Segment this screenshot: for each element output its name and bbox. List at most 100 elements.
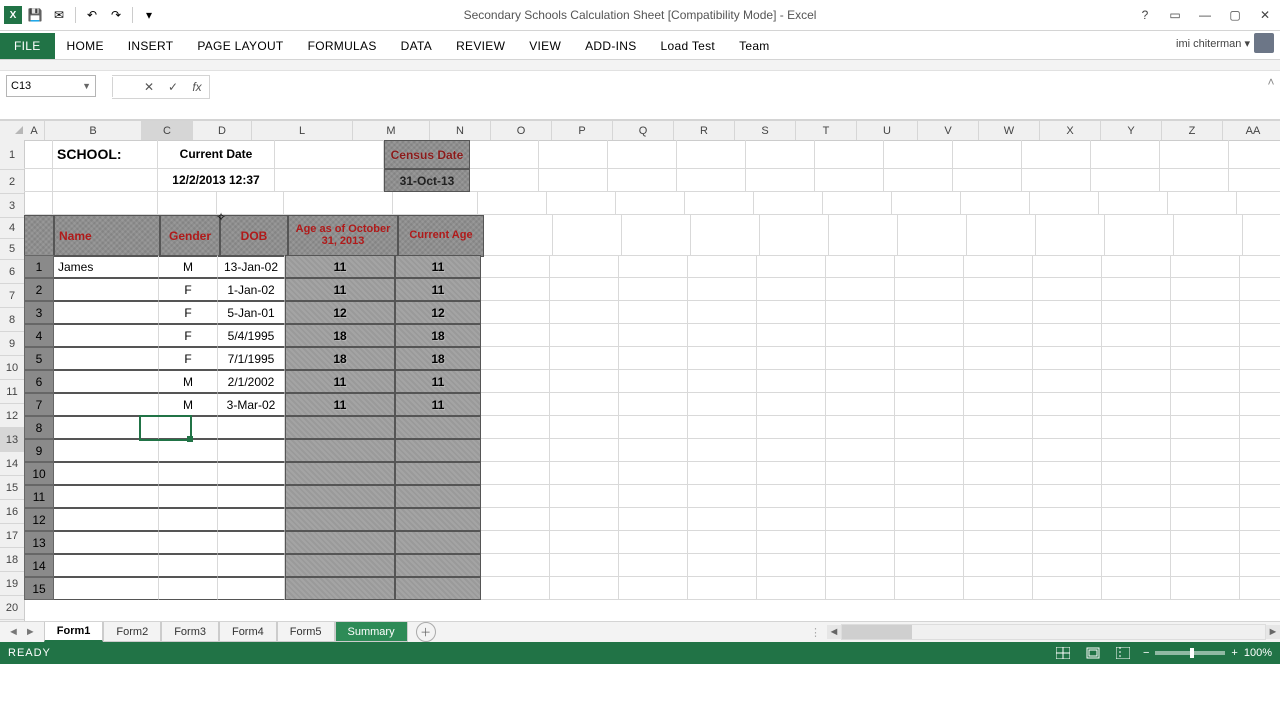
col-header-AA[interactable]: AA (1223, 121, 1280, 140)
cell[interactable] (481, 278, 550, 301)
cell-age-as-of[interactable] (285, 462, 395, 485)
cell-current-age[interactable] (395, 439, 481, 462)
cell[interactable] (1171, 347, 1240, 370)
cell[interactable] (757, 255, 826, 278)
cell[interactable] (1237, 192, 1280, 215)
cell[interactable] (757, 531, 826, 554)
cell-gender[interactable]: F (159, 347, 218, 370)
cell[interactable] (826, 324, 895, 347)
cell[interactable] (895, 416, 964, 439)
cell[interactable] (1102, 554, 1171, 577)
cell[interactable] (967, 215, 1036, 256)
ribbon-options-button[interactable]: ▭ (1160, 3, 1190, 27)
cell[interactable] (1033, 508, 1102, 531)
cell[interactable] (1102, 462, 1171, 485)
cell[interactable] (895, 554, 964, 577)
cell[interactable] (1102, 301, 1171, 324)
cell-name[interactable] (54, 347, 159, 370)
cell-dob[interactable] (218, 439, 285, 462)
cell[interactable] (1033, 462, 1102, 485)
tab-load-test[interactable]: Load Test (649, 33, 728, 59)
cell[interactable] (760, 215, 829, 256)
cell[interactable] (964, 278, 1033, 301)
cell-current-age[interactable]: 11 (395, 370, 481, 393)
row-index[interactable]: 10 (24, 462, 54, 485)
cell[interactable] (826, 255, 895, 278)
cell-name[interactable] (54, 462, 159, 485)
cell[interactable] (1240, 439, 1280, 462)
row-header-6[interactable]: 6 (0, 260, 24, 284)
add-sheet-button[interactable]: ＋ (416, 622, 436, 642)
cell-age-as-of[interactable] (285, 577, 395, 600)
cell[interactable] (757, 416, 826, 439)
cell[interactable] (553, 215, 622, 256)
header-name[interactable]: Name (54, 215, 160, 257)
cell[interactable] (964, 393, 1033, 416)
cell[interactable] (1240, 416, 1280, 439)
cell[interactable] (757, 370, 826, 393)
cell[interactable] (895, 462, 964, 485)
cell[interactable] (478, 192, 547, 215)
mail-button[interactable]: ✉ (48, 4, 70, 26)
row-header-5[interactable]: 5 (0, 239, 24, 260)
cell[interactable] (1171, 439, 1240, 462)
cell-name[interactable] (54, 301, 159, 324)
col-header-N[interactable]: N (430, 121, 491, 140)
cell[interactable] (746, 169, 815, 192)
cell[interactable] (1240, 278, 1280, 301)
cell[interactable] (688, 301, 757, 324)
cell[interactable] (688, 531, 757, 554)
cell[interactable] (964, 577, 1033, 600)
col-header-Q[interactable]: Q (613, 121, 674, 140)
cell[interactable] (884, 169, 953, 192)
sheet-tab-summary[interactable]: Summary (335, 622, 408, 642)
cell[interactable] (1171, 531, 1240, 554)
cell[interactable] (691, 215, 760, 256)
col-header-M[interactable]: M (353, 121, 430, 140)
cell[interactable] (284, 192, 393, 215)
col-header-L[interactable]: L (252, 121, 353, 140)
cell[interactable] (1033, 255, 1102, 278)
cell[interactable] (1102, 508, 1171, 531)
cell[interactable] (1240, 462, 1280, 485)
sheet-tab-form5[interactable]: Form5 (277, 622, 335, 642)
cell[interactable] (1240, 347, 1280, 370)
tab-team[interactable]: Team (727, 33, 782, 59)
cell[interactable] (895, 347, 964, 370)
cell[interactable] (24, 192, 53, 215)
cell[interactable] (1102, 485, 1171, 508)
cell-gender[interactable]: M (159, 370, 218, 393)
col-header-O[interactable]: O (491, 121, 552, 140)
cell[interactable] (619, 347, 688, 370)
cell[interactable] (898, 215, 967, 256)
cell[interactable] (1171, 278, 1240, 301)
sheet-tab-nav[interactable]: ◄ ► (0, 626, 44, 638)
header-age-as-of[interactable]: Age as of October 31, 2013 (288, 215, 398, 257)
cell[interactable] (1240, 324, 1280, 347)
cell[interactable] (481, 324, 550, 347)
cell[interactable] (393, 192, 478, 215)
row-index[interactable]: 13 (24, 531, 54, 554)
cell[interactable] (964, 255, 1033, 278)
cell[interactable] (53, 192, 158, 215)
tab-addins[interactable]: ADD-INS (573, 33, 648, 59)
cell[interactable] (895, 370, 964, 393)
cell[interactable] (688, 485, 757, 508)
row-index[interactable]: 14 (24, 554, 54, 577)
cell-age-as-of[interactable] (285, 531, 395, 554)
cell[interactable] (895, 301, 964, 324)
cell[interactable] (481, 370, 550, 393)
cell[interactable] (1160, 169, 1229, 192)
cell[interactable] (826, 439, 895, 462)
cell[interactable] (964, 508, 1033, 531)
cell-name[interactable] (54, 508, 159, 531)
cell[interactable] (1033, 554, 1102, 577)
cell[interactable] (1102, 393, 1171, 416)
cell[interactable] (550, 416, 619, 439)
cell[interactable] (1240, 370, 1280, 393)
zoom-handle[interactable] (1190, 648, 1194, 658)
cell[interactable] (1171, 416, 1240, 439)
row-index[interactable]: 3 (24, 301, 54, 324)
row-headers[interactable]: 1234567891011121314151617181920 (0, 140, 25, 621)
cell[interactable] (1229, 169, 1280, 192)
